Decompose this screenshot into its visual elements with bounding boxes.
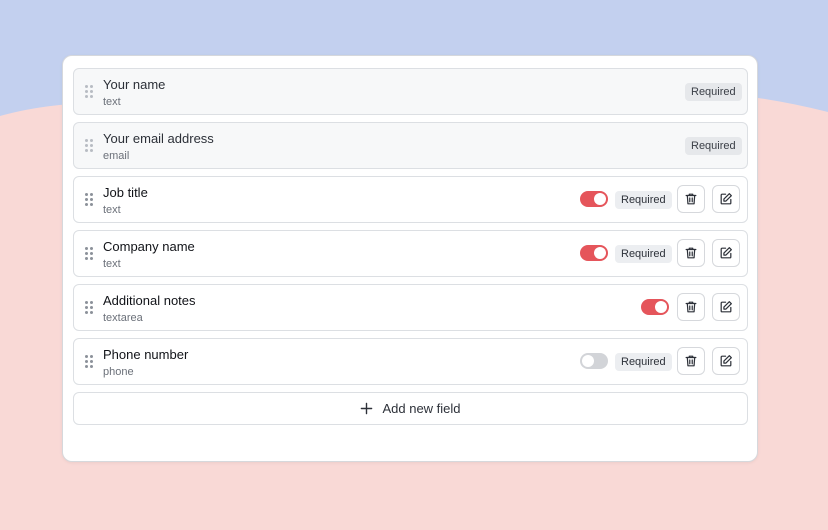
required-badge: Required [615,191,672,209]
trash-icon [685,193,697,205]
field-row-your-email-address: Your email address email Required [73,122,748,169]
drag-handle-icon[interactable] [85,193,93,207]
edit-icon [720,247,732,259]
required-toggle[interactable] [580,191,608,207]
field-row-phone-number: Phone number phone Required [73,338,748,385]
field-title: Your email address [103,131,214,146]
field-title: Phone number [103,347,189,362]
edit-button[interactable] [712,185,740,213]
delete-button[interactable] [677,185,705,213]
delete-button[interactable] [677,239,705,267]
drag-handle-icon [85,139,93,153]
field-row-your-name: Your name text Required [73,68,748,115]
field-type: phone [103,366,134,378]
required-badge: Required [685,137,742,155]
edit-button[interactable] [712,293,740,321]
field-title: Company name [103,239,195,254]
edit-icon [720,301,732,313]
field-row-job-title: Job title text Required [73,176,748,223]
field-title: Additional notes [103,293,196,308]
field-title: Your name [103,77,166,92]
field-type: text [103,258,121,270]
edit-button[interactable] [712,347,740,375]
delete-button[interactable] [677,347,705,375]
field-row-company-name: Company name text Required [73,230,748,277]
edit-icon [720,193,732,205]
field-type: textarea [103,312,143,324]
field-type: text [103,96,121,108]
required-toggle[interactable] [580,245,608,261]
form-fields-card: Your name text Required Your email addre… [62,55,758,462]
drag-handle-icon[interactable] [85,355,93,369]
add-new-field-label: Add new field [382,401,461,416]
field-title: Job title [103,185,148,200]
edit-button[interactable] [712,239,740,267]
required-badge: Required [685,83,742,101]
drag-handle-icon[interactable] [85,301,93,315]
field-row-additional-notes: Additional notes textarea [73,284,748,331]
required-toggle[interactable] [580,353,608,369]
trash-icon [685,301,697,313]
drag-handle-icon[interactable] [85,247,93,261]
drag-handle-icon [85,85,93,99]
delete-button[interactable] [677,293,705,321]
add-new-field-button[interactable]: Add new field [73,392,748,425]
trash-icon [685,247,697,259]
field-type: text [103,204,121,216]
field-type: email [103,150,130,162]
edit-icon [720,355,732,367]
required-toggle[interactable] [641,299,669,315]
plus-icon [361,402,373,415]
required-badge: Required [615,353,672,371]
required-badge: Required [615,245,672,263]
trash-icon [685,355,697,367]
